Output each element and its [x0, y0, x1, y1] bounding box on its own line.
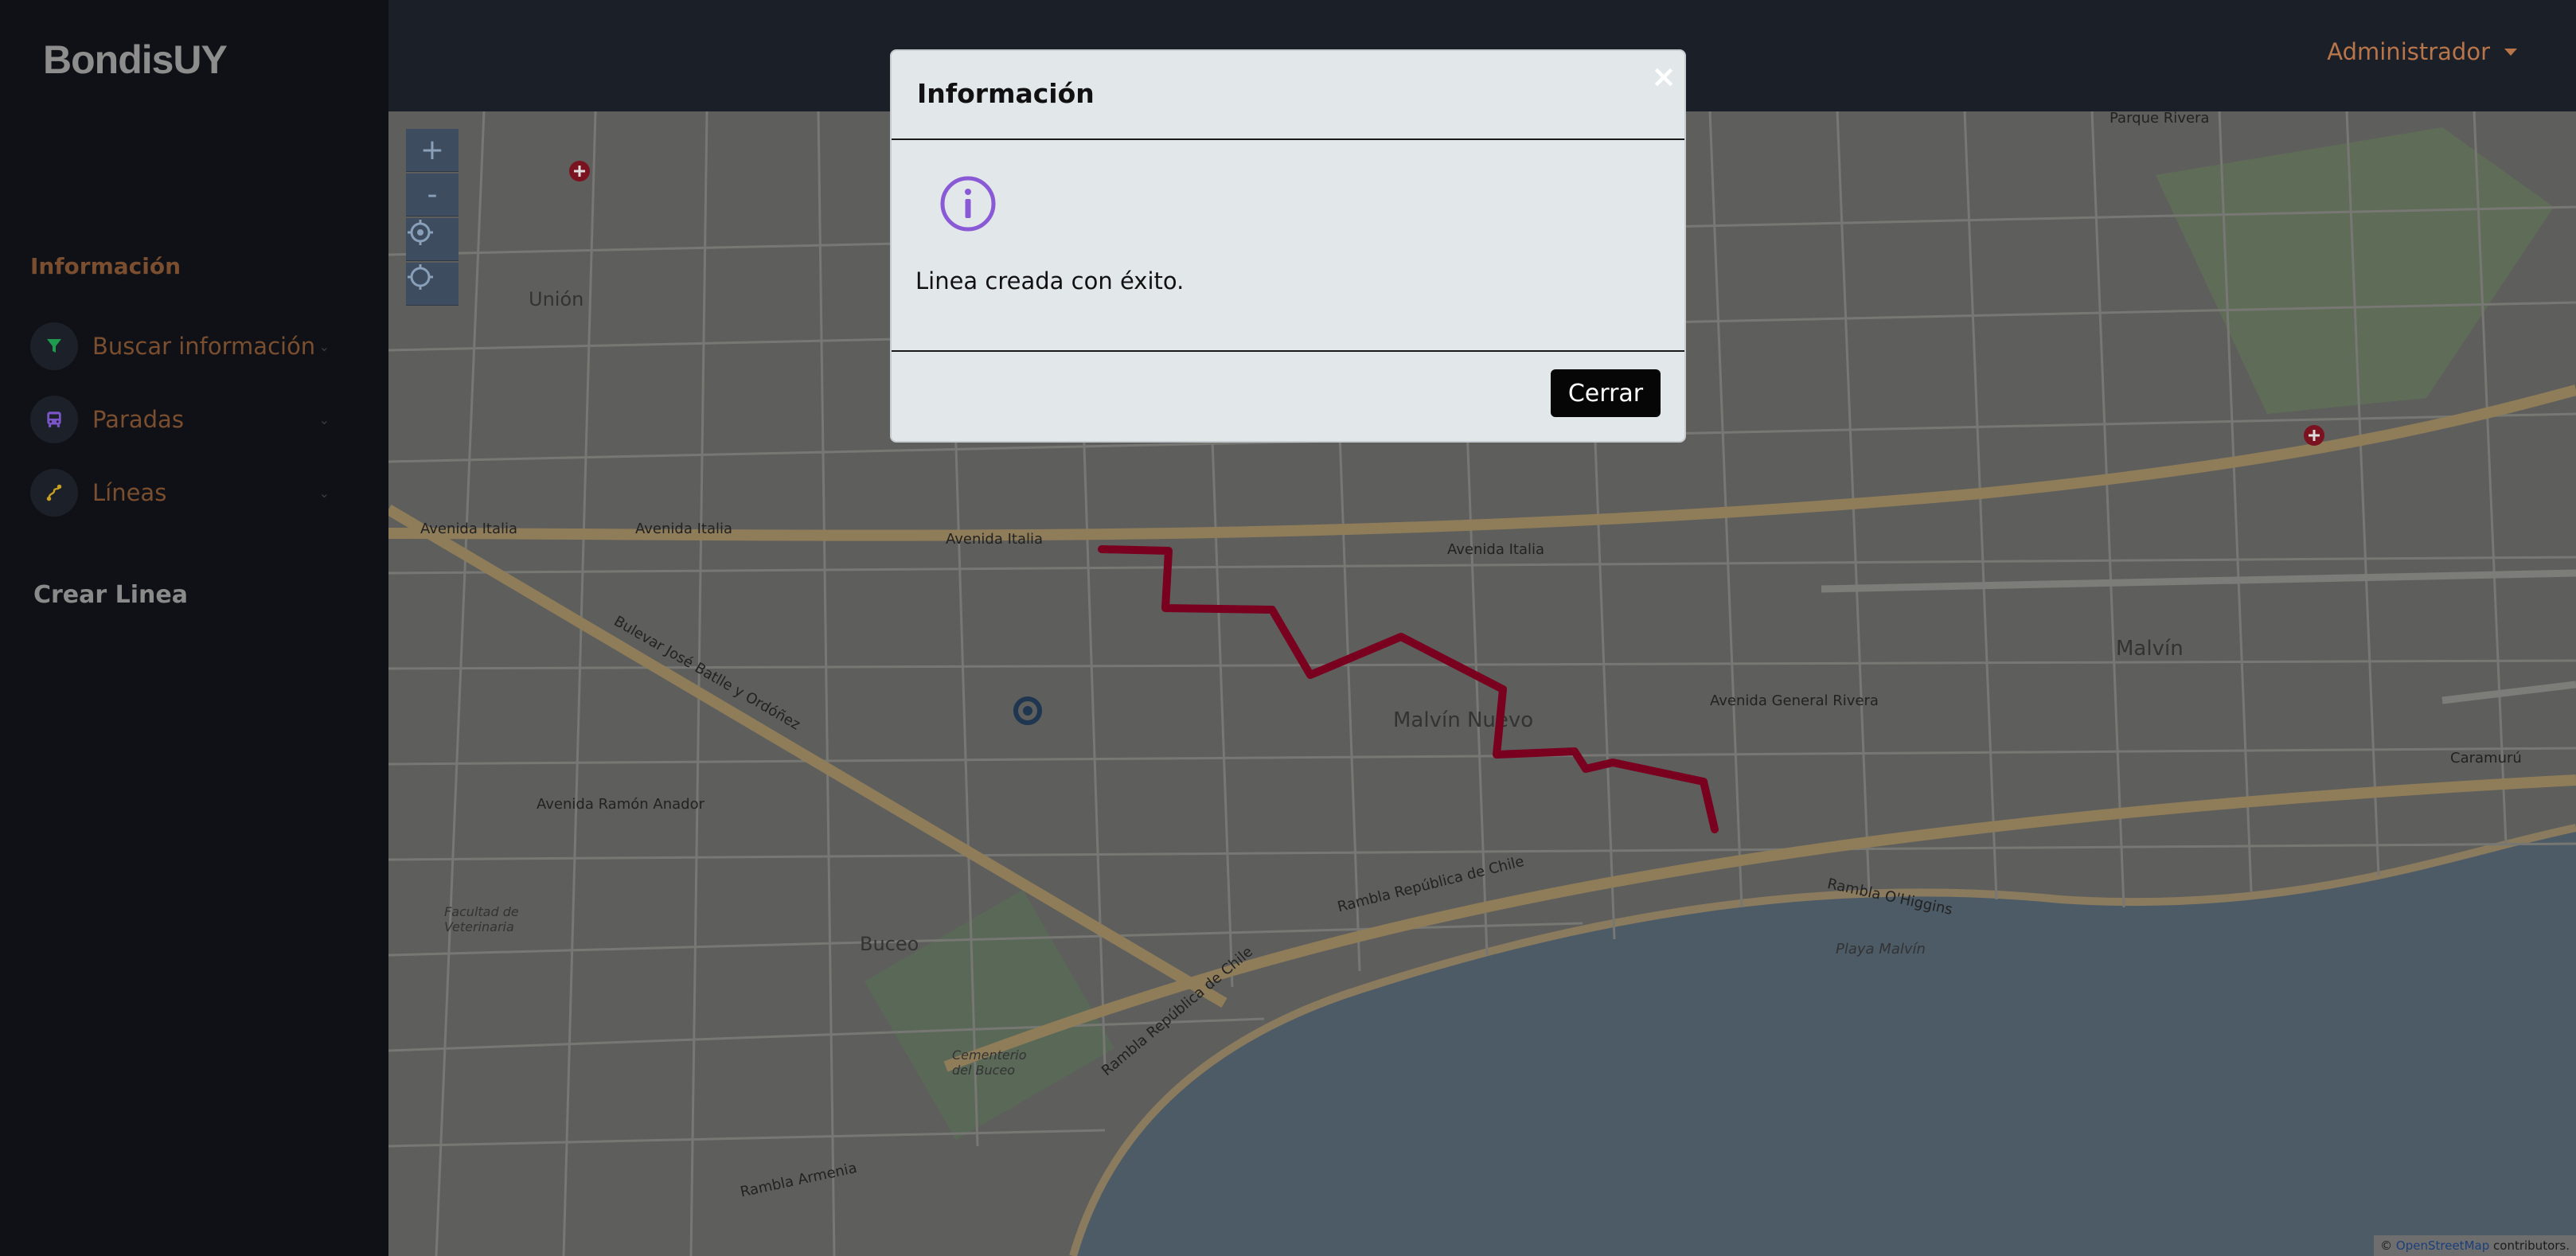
user-menu[interactable]: Administrador — [2327, 38, 2517, 65]
attribution-suffix: contributors. — [2493, 1238, 2570, 1253]
openstreetmap-link[interactable]: OpenStreetMap — [2396, 1238, 2489, 1253]
caret-down-icon — [2504, 48, 2517, 56]
zoom-out-button[interactable]: - — [406, 174, 459, 216]
crear-linea-link[interactable]: Crear Linea — [33, 581, 188, 609]
sidebar-item-label: Paradas — [92, 406, 184, 433]
modal-message: Linea creada con éxito. — [915, 267, 1185, 294]
cerrar-button[interactable]: Cerrar — [1551, 369, 1661, 417]
sidebar-item-buscar-informacion[interactable]: Buscar información ⌄ — [30, 322, 341, 371]
crosshair-icon — [408, 220, 433, 245]
sidebar-item-label: Líneas — [92, 479, 167, 506]
chevron-down-icon: ⌄ — [318, 485, 330, 501]
locate-button[interactable] — [406, 218, 459, 261]
modal-header: Información × — [892, 51, 1684, 140]
route-icon — [30, 469, 78, 517]
sidebar-item-paradas[interactable]: Paradas ⌄ — [30, 395, 341, 444]
attribution-prefix: © — [2380, 1238, 2393, 1253]
chevron-down-icon: ⌄ — [318, 412, 330, 427]
target-icon — [408, 264, 433, 290]
location-marker-icon[interactable] — [1009, 692, 1046, 729]
hospital-icon — [2304, 425, 2324, 446]
modal-title: Información — [917, 78, 1095, 109]
bus-icon — [30, 396, 78, 443]
filter-icon — [30, 322, 78, 370]
center-map-button[interactable] — [406, 263, 459, 306]
info-modal: Información × Linea creada con éxito. Ce… — [890, 49, 1686, 443]
chevron-down-icon: ⌄ — [318, 338, 330, 354]
info-icon — [940, 176, 996, 232]
sidebar-item-label: Buscar información — [92, 333, 316, 360]
sidebar: BondisUY Información Buscar información … — [0, 0, 388, 1256]
user-menu-label: Administrador — [2327, 38, 2490, 65]
section-title-informacion: Información — [30, 253, 181, 279]
modal-body: Linea creada con éxito. — [892, 140, 1684, 352]
brand-logo[interactable]: BondisUY — [43, 37, 228, 83]
map-attribution: © OpenStreetMap contributors. — [2374, 1235, 2576, 1256]
close-icon[interactable]: × — [1651, 59, 1676, 94]
zoom-in-button[interactable]: + — [406, 129, 459, 172]
sidebar-item-lineas[interactable]: Líneas ⌄ — [30, 468, 341, 517]
hospital-icon — [569, 161, 590, 181]
